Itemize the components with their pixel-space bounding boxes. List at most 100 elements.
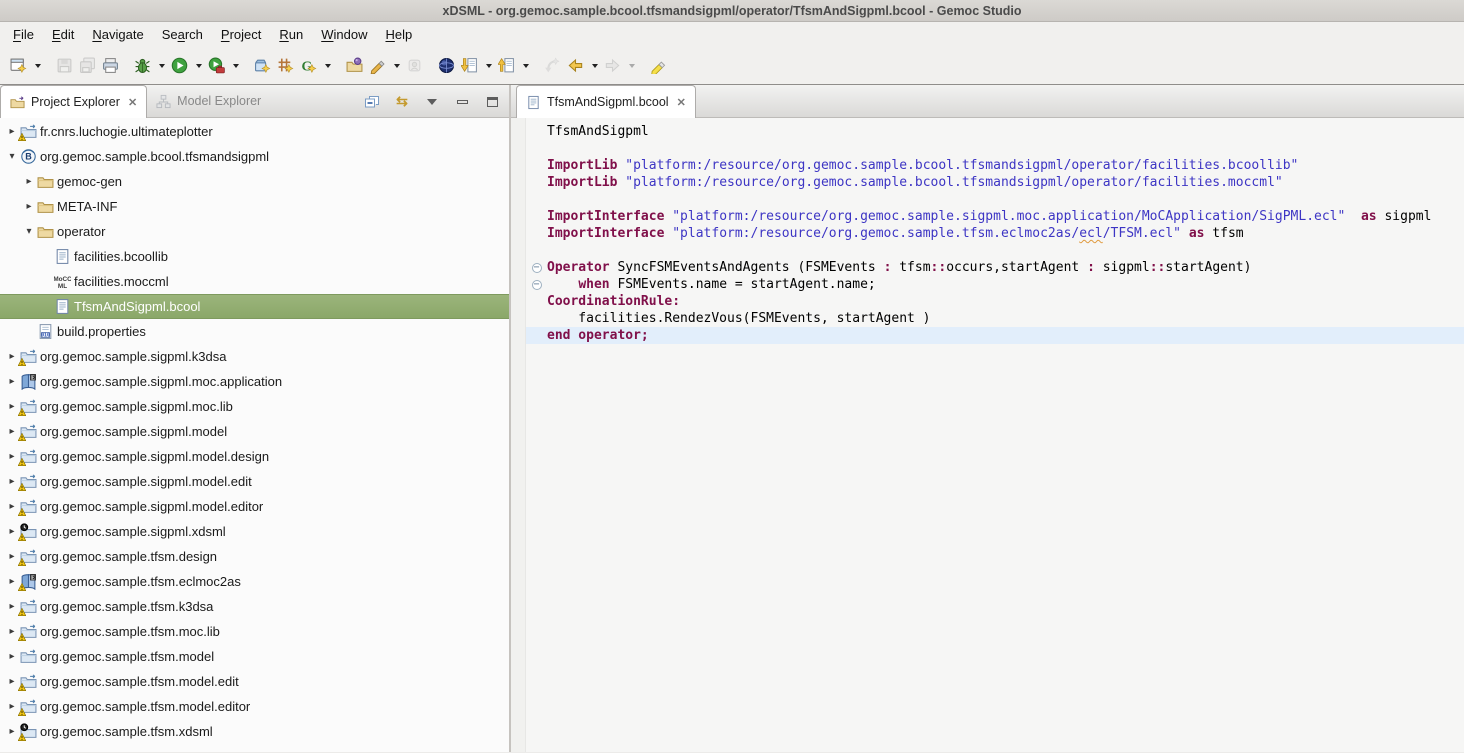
menu-window[interactable]: Window xyxy=(312,24,376,45)
expand-arrow-icon[interactable]: ▸ xyxy=(6,426,18,437)
link-with-editor-icon[interactable]: ⇆ xyxy=(393,93,411,111)
annotation-ruler[interactable] xyxy=(511,118,526,752)
tree-item-org.gemoc.sample.sigpml.model.edit[interactable]: ▸org.gemoc.sample.sigpml.model.edit xyxy=(0,469,509,494)
tree-item-org.gemoc.sample.sigpml.xdsml[interactable]: ▸org.gemoc.sample.sigpml.xdsml xyxy=(0,519,509,544)
tree-item-org.gemoc.sample.sigpml.moc.application[interactable]: ▸Eorg.gemoc.sample.sigpml.moc.applicatio… xyxy=(0,369,509,394)
tree-item-org.gemoc.sample.sigpml.model[interactable]: ▸org.gemoc.sample.sigpml.model xyxy=(0,419,509,444)
expand-arrow-icon[interactable]: ▸ xyxy=(6,501,18,512)
menu-project[interactable]: Project xyxy=(212,24,270,45)
debug-dropdown-icon[interactable] xyxy=(159,64,165,68)
tree-item-org.gemoc.sample.bcool.tfsmandsigpml[interactable]: ▾Borg.gemoc.sample.bcool.tfsmandsigpml xyxy=(0,144,509,169)
previous-annotation-dropdown-icon[interactable] xyxy=(523,64,529,68)
next-annotation-dropdown-icon[interactable] xyxy=(486,64,492,68)
tree-item-META-INF[interactable]: ▸META-INF xyxy=(0,194,509,219)
new-modeling-project-button[interactable] xyxy=(252,53,273,79)
minimize-icon[interactable] xyxy=(453,93,471,111)
expand-arrow-icon[interactable]: ▸ xyxy=(6,651,18,662)
code-line-1[interactable]: TfsmAndSigpml xyxy=(526,123,1464,140)
search-button[interactable] xyxy=(367,53,388,79)
tree-item-build.properties[interactable]: 010build.properties xyxy=(0,319,509,344)
tree-item-fr.cnrs.luchogie.ultimateplotter[interactable]: ▸fr.cnrs.luchogie.ultimateplotter xyxy=(0,119,509,144)
previous-annotation-button[interactable] xyxy=(496,53,517,79)
code-line-4[interactable]: ImportLib "platform:/resource/org.gemoc.… xyxy=(526,174,1464,191)
tree-item-org.gemoc.sample.sigpml.model.design[interactable]: ▸org.gemoc.sample.sigpml.model.design xyxy=(0,444,509,469)
debug-button[interactable] xyxy=(132,53,153,79)
new-gemoc-project-button[interactable]: G xyxy=(298,53,319,79)
close-editor-tab-icon[interactable]: ✕ xyxy=(675,96,686,109)
next-annotation-button[interactable] xyxy=(459,53,480,79)
tab-editor-TfsmAndSigpml.bcool[interactable]: TfsmAndSigpml.bcool✕ xyxy=(516,85,696,118)
code-area[interactable]: TfsmAndSigpml ImportLib "platform:/resour… xyxy=(526,118,1464,752)
tree-item-gemoc-gen[interactable]: ▸gemoc-gen xyxy=(0,169,509,194)
new-grid-project-button[interactable] xyxy=(275,53,296,79)
run-dropdown-icon[interactable] xyxy=(196,64,202,68)
code-editor[interactable]: TfsmAndSigpml ImportLib "platform:/resour… xyxy=(511,118,1464,752)
search-dropdown-icon[interactable] xyxy=(394,64,400,68)
tree-item-facilities.bcoollib[interactable]: facilities.bcoollib xyxy=(0,244,509,269)
expand-arrow-icon[interactable]: ▸ xyxy=(6,376,18,387)
tree-item-org.gemoc.sample.sigpml.k3dsa[interactable]: ▸org.gemoc.sample.sigpml.k3dsa xyxy=(0,344,509,369)
tree-item-operator[interactable]: ▾operator xyxy=(0,219,509,244)
open-web-browser-button[interactable] xyxy=(436,53,457,79)
close-tab-icon[interactable]: ✕ xyxy=(126,96,137,109)
tab-project-explorer[interactable]: Project Explorer✕ xyxy=(0,85,147,118)
expand-arrow-icon[interactable]: ▸ xyxy=(6,626,18,637)
tree-item-org.gemoc.sample.tfsm.model.edit[interactable]: ▸org.gemoc.sample.tfsm.model.edit xyxy=(0,669,509,694)
external-tools-dropdown-icon[interactable] xyxy=(233,64,239,68)
tree-item-org.gemoc.sample.tfsm.model[interactable]: ▸org.gemoc.sample.tfsm.model xyxy=(0,644,509,669)
expand-arrow-icon[interactable]: ▸ xyxy=(6,351,18,362)
tree-item-org.gemoc.sample.tfsm.moc.lib[interactable]: ▸org.gemoc.sample.tfsm.moc.lib xyxy=(0,619,509,644)
expand-arrow-icon[interactable]: ▸ xyxy=(6,726,18,737)
code-line-10[interactable]: − when FSMEvents.name = startAgent.name; xyxy=(526,276,1464,293)
menu-run[interactable]: Run xyxy=(270,24,312,45)
toggle-mark-occurrences-button[interactable] xyxy=(648,53,669,79)
new-wizard-dropdown-icon[interactable] xyxy=(35,64,41,68)
back-dropdown-icon[interactable] xyxy=(592,64,598,68)
collapse-arrow-icon[interactable]: ▾ xyxy=(6,151,18,162)
fold-collapse-icon[interactable]: − xyxy=(526,259,547,276)
code-line-5[interactable] xyxy=(526,191,1464,208)
code-line-2[interactable] xyxy=(526,140,1464,157)
collapse-arrow-icon[interactable]: ▾ xyxy=(23,226,35,237)
tree-item-org.gemoc.sample.sigpml.model.editor[interactable]: ▸org.gemoc.sample.sigpml.model.editor xyxy=(0,494,509,519)
menu-search[interactable]: Search xyxy=(153,24,212,45)
back-button[interactable] xyxy=(565,53,586,79)
expand-arrow-icon[interactable]: ▸ xyxy=(6,601,18,612)
collapse-all-icon[interactable] xyxy=(363,93,381,111)
expand-arrow-icon[interactable]: ▸ xyxy=(6,676,18,687)
external-tools-button[interactable] xyxy=(206,53,227,79)
expand-arrow-icon[interactable]: ▸ xyxy=(6,126,18,137)
new-wizard-button[interactable] xyxy=(8,53,29,79)
tree-item-org.gemoc.sample.tfsm.eclmoc2as[interactable]: ▸Eorg.gemoc.sample.tfsm.eclmoc2as xyxy=(0,569,509,594)
code-line-11[interactable]: CoordinationRule: xyxy=(526,293,1464,310)
code-line-12[interactable]: facilities.RendezVous(FSMEvents, startAg… xyxy=(526,310,1464,327)
open-element-button[interactable] xyxy=(344,53,365,79)
menu-help[interactable]: Help xyxy=(376,24,421,45)
expand-arrow-icon[interactable]: ▸ xyxy=(23,201,35,212)
tree-item-org.gemoc.sample.tfsm.model.editor[interactable]: ▸org.gemoc.sample.tfsm.model.editor xyxy=(0,694,509,719)
tree-item-org.gemoc.sample.tfsm.k3dsa[interactable]: ▸org.gemoc.sample.tfsm.k3dsa xyxy=(0,594,509,619)
expand-arrow-icon[interactable]: ▸ xyxy=(6,526,18,537)
expand-arrow-icon[interactable]: ▸ xyxy=(6,551,18,562)
menu-edit[interactable]: Edit xyxy=(43,24,83,45)
menu-file[interactable]: File xyxy=(4,24,43,45)
run-button[interactable] xyxy=(169,53,190,79)
tab-model-explorer[interactable]: Model Explorer xyxy=(147,85,270,117)
new-gemoc-project-dropdown-icon[interactable] xyxy=(325,64,331,68)
tree-item-org.gemoc.sample.tfsm.design[interactable]: ▸org.gemoc.sample.tfsm.design xyxy=(0,544,509,569)
tree-item-TfsmAndSigpml.bcool[interactable]: TfsmAndSigpml.bcool xyxy=(0,294,509,319)
view-menu-icon[interactable] xyxy=(423,93,441,111)
expand-arrow-icon[interactable]: ▸ xyxy=(6,476,18,487)
maximize-icon[interactable] xyxy=(483,93,501,111)
code-line-9[interactable]: −Operator SyncFSMEventsAndAgents (FSMEve… xyxy=(526,259,1464,276)
menu-navigate[interactable]: Navigate xyxy=(83,24,152,45)
code-line-13[interactable]: end operator; xyxy=(526,327,1464,344)
expand-arrow-icon[interactable]: ▸ xyxy=(6,701,18,712)
expand-arrow-icon[interactable]: ▸ xyxy=(6,401,18,412)
code-line-6[interactable]: ImportInterface "platform:/resource/org.… xyxy=(526,208,1464,225)
expand-arrow-icon[interactable]: ▸ xyxy=(23,176,35,187)
code-line-8[interactable] xyxy=(526,242,1464,259)
tree-item-org.gemoc.sample.sigpml.moc.lib[interactable]: ▸org.gemoc.sample.sigpml.moc.lib xyxy=(0,394,509,419)
tree-item-org.gemoc.sample.tfsm.xdsml[interactable]: ▸org.gemoc.sample.tfsm.xdsml xyxy=(0,719,509,744)
fold-collapse-icon[interactable]: − xyxy=(526,276,547,293)
